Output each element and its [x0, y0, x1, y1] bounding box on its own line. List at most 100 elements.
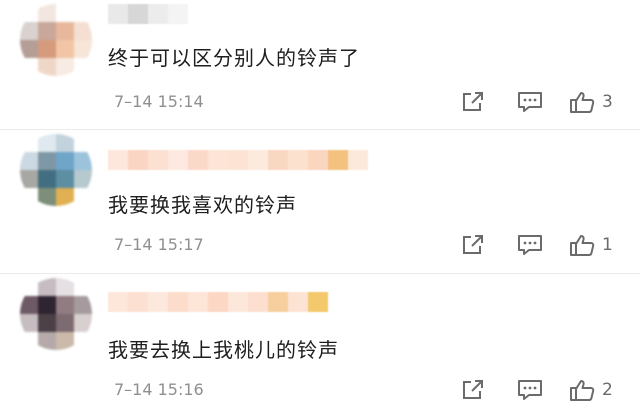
avatar[interactable] — [20, 134, 92, 206]
avatar-pixel — [56, 58, 74, 76]
like-count: 3 — [602, 92, 613, 112]
comment-item: 我要换我喜欢的铃声 7–14 15:17 1 — [0, 130, 640, 274]
avatar-pixel — [20, 332, 38, 350]
comment-button[interactable] — [516, 378, 544, 402]
avatar-pixel — [20, 4, 38, 22]
username-pixel — [328, 150, 348, 170]
avatar-pixel — [56, 170, 74, 188]
avatar-pixel — [20, 40, 38, 58]
comment-button[interactable] — [516, 90, 544, 114]
username-pixel — [148, 292, 168, 312]
avatar-pixel — [74, 22, 92, 40]
username-pixel — [308, 292, 328, 312]
like-button[interactable]: 1 — [568, 233, 613, 257]
like-button[interactable]: 3 — [568, 90, 613, 114]
avatar-pixel — [74, 40, 92, 58]
comment-meta: 7–14 15:14 3 — [108, 90, 622, 114]
comment-icon — [516, 90, 544, 114]
avatar-pixel — [74, 332, 92, 350]
username-pixel — [128, 150, 148, 170]
avatar-pixel — [74, 296, 92, 314]
avatar-pixel — [56, 188, 74, 206]
comment-meta: 7–14 15:17 1 — [108, 233, 622, 257]
username-pixel — [188, 292, 208, 312]
share-button[interactable] — [460, 90, 486, 114]
username-pixel — [128, 292, 148, 312]
share-button[interactable] — [460, 233, 486, 257]
share-icon — [460, 378, 486, 402]
comment-list: 终于可以区分别人的铃声了 7–14 15:14 3 我要换我喜欢的铃声 7–14… — [0, 0, 640, 414]
avatar-pixel — [20, 296, 38, 314]
avatar-pixel — [56, 40, 74, 58]
username-pixel — [128, 4, 148, 24]
username-pixel — [248, 150, 268, 170]
avatar-pixel — [38, 40, 56, 58]
avatar-pixel — [20, 22, 38, 40]
username-pixel — [208, 292, 228, 312]
share-icon — [460, 90, 486, 114]
avatar-pixel — [74, 134, 92, 152]
username-pixel — [308, 150, 328, 170]
comment-time: 7–14 15:14 — [114, 92, 204, 111]
username[interactable] — [108, 292, 328, 312]
avatar-pixel — [38, 170, 56, 188]
like-button[interactable]: 2 — [568, 378, 613, 402]
avatar-pixel — [56, 332, 74, 350]
thumbs-up-icon — [568, 90, 596, 114]
username-pixel — [288, 292, 308, 312]
comment-icon — [516, 233, 544, 257]
username-pixel — [228, 292, 248, 312]
avatar-pixel — [38, 296, 56, 314]
username-pixel — [288, 150, 308, 170]
avatar-pixel — [38, 152, 56, 170]
comment-icon — [516, 378, 544, 402]
username-pixel — [168, 292, 188, 312]
avatar-pixel — [20, 58, 38, 76]
username-pixel — [168, 150, 188, 170]
avatar-pixel — [20, 314, 38, 332]
avatar-pixel — [20, 152, 38, 170]
comment-text: 我要换我喜欢的铃声 — [108, 193, 297, 217]
avatar-pixel — [38, 4, 56, 22]
avatar-pixel — [38, 188, 56, 206]
avatar-pixel — [74, 278, 92, 296]
username-pixel — [228, 150, 248, 170]
avatar-pixel — [56, 296, 74, 314]
avatar-pixel — [38, 278, 56, 296]
avatar-pixel — [74, 152, 92, 170]
avatar-pixel — [38, 22, 56, 40]
comment-button[interactable] — [516, 233, 544, 257]
comment-time: 7–14 15:17 — [114, 235, 204, 254]
username-pixel — [268, 292, 288, 312]
like-count: 2 — [602, 380, 613, 400]
avatar-pixel — [56, 278, 74, 296]
username-pixel — [168, 4, 188, 24]
avatar[interactable] — [20, 4, 92, 76]
username[interactable] — [108, 150, 368, 170]
username-pixel — [348, 150, 368, 170]
share-button[interactable] — [460, 378, 486, 402]
avatar[interactable] — [20, 278, 92, 350]
avatar-pixel — [74, 170, 92, 188]
comment-time: 7–14 15:16 — [114, 380, 204, 399]
avatar-pixel — [38, 332, 56, 350]
avatar-pixel — [74, 4, 92, 22]
thumbs-up-icon — [568, 378, 596, 402]
comment-item: 终于可以区分别人的铃声了 7–14 15:14 3 — [0, 0, 640, 130]
avatar-pixel — [74, 188, 92, 206]
comment-text: 我要去换上我桃儿的铃声 — [108, 338, 339, 362]
username-pixel — [188, 150, 208, 170]
username-pixel — [268, 150, 288, 170]
avatar-pixel — [56, 314, 74, 332]
comment-item: 我要去换上我桃儿的铃声 7–14 15:16 2 — [0, 274, 640, 414]
avatar-pixel — [56, 152, 74, 170]
comment-text: 终于可以区分别人的铃声了 — [108, 46, 360, 70]
username[interactable] — [108, 4, 188, 24]
avatar-pixel — [74, 58, 92, 76]
avatar-pixel — [20, 170, 38, 188]
avatar-pixel — [20, 188, 38, 206]
avatar-pixel — [20, 278, 38, 296]
username-pixel — [208, 150, 228, 170]
avatar-pixel — [56, 4, 74, 22]
avatar-pixel — [38, 134, 56, 152]
